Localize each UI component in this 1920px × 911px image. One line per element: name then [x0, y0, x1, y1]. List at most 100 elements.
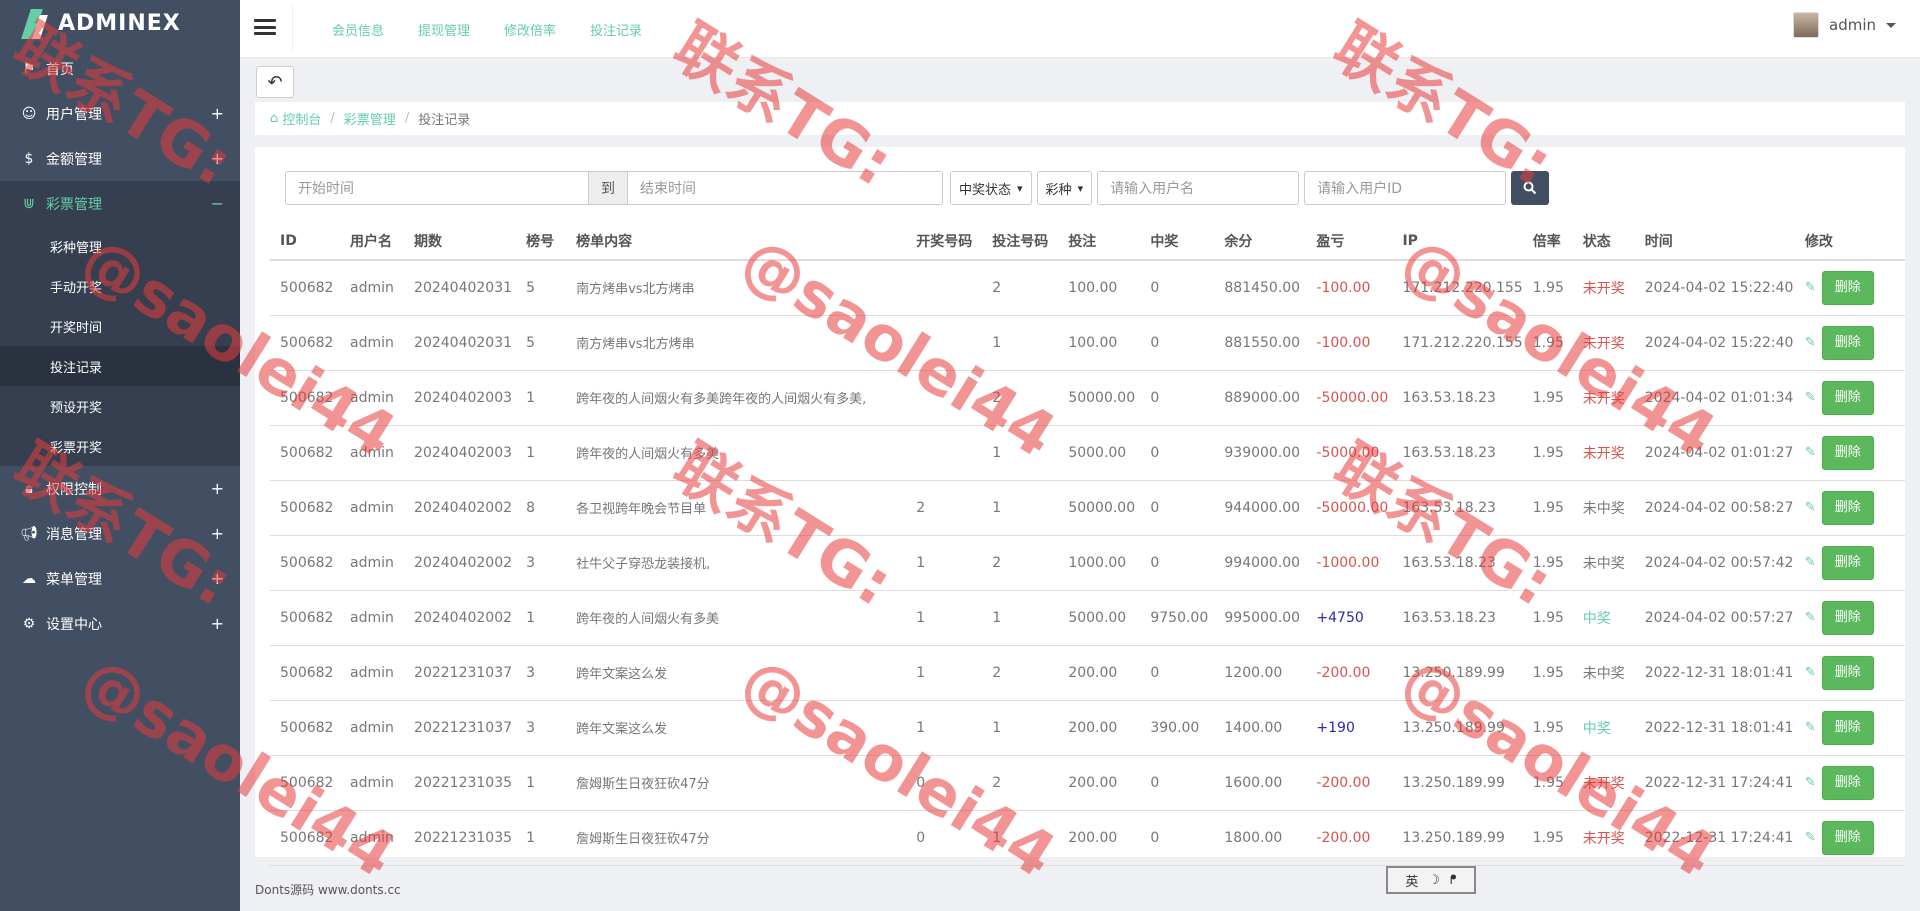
delete-button[interactable]: 删除 [1821, 380, 1874, 415]
cell-time: 2024-04-02 15:22:40 [1634, 315, 1795, 371]
delete-button[interactable]: 删除 [1821, 545, 1874, 580]
username: admin [1829, 16, 1876, 34]
delete-button[interactable]: 删除 [1821, 820, 1874, 855]
cell-bet-number: 2 [982, 535, 1059, 591]
nav-bet-records[interactable]: 投注记录 [590, 20, 642, 39]
delete-button[interactable]: 删除 [1821, 270, 1874, 305]
cell-balance: 944000.00 [1214, 480, 1307, 536]
edit-icon[interactable]: ✎ [1805, 610, 1816, 625]
cell-win: 390.00 [1140, 700, 1215, 756]
delete-button[interactable]: 删除 [1821, 435, 1874, 470]
sidebar-item-home[interactable]: ⚑ 首页 [0, 46, 240, 91]
edit-icon[interactable]: ✎ [1805, 390, 1816, 405]
cell-time: 2024-04-02 15:22:40 [1634, 260, 1795, 316]
sidebar-item-settings[interactable]: ⚙ 设置中心 + [0, 601, 240, 646]
cell-status: 未中奖 [1572, 645, 1635, 701]
sidebar-item-permissions[interactable]: 🔒︎ 权限控制 + [0, 466, 240, 511]
sidebar-item-users[interactable]: ☺ 用户管理 + [0, 91, 240, 136]
breadcrumb-home[interactable]: 控制台 [282, 109, 321, 128]
punctuation-icon: ᖰ [1449, 872, 1457, 888]
nav-modify-rate[interactable]: 修改倍率 [504, 20, 556, 39]
cell-content: 跨年文案这么发 [566, 645, 907, 701]
cell-time: 2022-12-31 17:24:41 [1634, 810, 1795, 866]
cell-bet-number: 2 [982, 645, 1059, 701]
cell-period: 20221231035 [404, 755, 517, 811]
cell-status: 中奖 [1572, 700, 1635, 756]
cell-edit: ✎ 删除 [1794, 535, 1905, 591]
sidebar-item-money[interactable]: $ 金额管理 + [0, 136, 240, 181]
end-time-input[interactable]: 结束时间 [627, 171, 943, 205]
lottery-type-select[interactable]: 彩种 ▾ [1036, 171, 1093, 205]
submenu-item-manual-draw[interactable]: 手动开奖 [0, 266, 240, 306]
cell-balance: 995000.00 [1214, 590, 1307, 646]
cell-rate: 1.95 [1522, 535, 1573, 591]
cell-draw-number: 1 [906, 645, 983, 701]
cell-draw-number: 1 [906, 590, 983, 646]
nav-member-info[interactable]: 会员信息 [332, 20, 384, 39]
sidebar-item-lottery[interactable]: ⋓ 彩票管理 − [0, 181, 240, 226]
cell-time: 2024-04-02 01:01:27 [1634, 425, 1795, 481]
edit-icon[interactable]: ✎ [1805, 445, 1816, 460]
submenu-item-draw-time[interactable]: 开奖时间 [0, 306, 240, 346]
edit-icon[interactable]: ✎ [1805, 665, 1816, 680]
submenu-item-lottery-types[interactable]: 彩种管理 [0, 226, 240, 266]
delete-button[interactable]: 删除 [1821, 325, 1874, 360]
cell-profit: -50000.00 [1306, 480, 1393, 536]
cell-balance: 1600.00 [1214, 755, 1307, 811]
cell-time: 2024-04-02 00:57:27 [1634, 590, 1795, 646]
user-menu[interactable]: admin [1793, 12, 1896, 38]
delete-button[interactable]: 删除 [1821, 710, 1874, 745]
delete-button[interactable]: 删除 [1821, 600, 1874, 635]
cell-id: 500682 [270, 810, 341, 866]
column-header-balance: 余分 [1214, 222, 1307, 261]
sidebar-item-messages[interactable]: 📢︎ 消息管理 + [0, 511, 240, 556]
cell-board: 1 [516, 810, 567, 866]
cell-username: admin [340, 645, 405, 701]
search-button[interactable] [1511, 171, 1550, 205]
cell-content: 跨年夜的人间烟火有多美 [566, 425, 907, 481]
delete-button[interactable]: 删除 [1821, 765, 1874, 800]
edit-icon[interactable]: ✎ [1805, 335, 1816, 350]
edit-icon[interactable]: ✎ [1805, 830, 1816, 845]
cell-rate: 1.95 [1522, 810, 1573, 866]
footer-text: Donts源码 www.donts.cc [255, 883, 401, 897]
column-header-content: 榜单内容 [566, 222, 907, 261]
cell-profit: -50000.00 [1306, 370, 1393, 426]
submenu-item-bet-records[interactable]: 投注记录 [0, 346, 240, 386]
cell-period: 20221231037 [404, 645, 517, 701]
table-row: 500682 admin 20240402003 1 跨年夜的人间烟火有多美跨年夜的人间… [270, 370, 1905, 426]
column-header-board: 榜号 [516, 222, 567, 261]
edit-icon[interactable]: ✎ [1805, 775, 1816, 790]
sidebar-menu: ⚑ 首页 ☺ 用户管理 + $ 金额管理 + ⋓ 彩票管理 − 彩种管理 手动开… [0, 46, 240, 646]
back-button[interactable]: ↶ [256, 66, 294, 98]
column-header-status: 状态 [1572, 222, 1635, 261]
delete-button[interactable]: 删除 [1821, 490, 1874, 525]
cell-ip: 13.250.189.99 [1392, 645, 1523, 701]
edit-icon[interactable]: ✎ [1805, 500, 1816, 515]
cell-content: 社牛父子穿恐龙装接机, [566, 535, 907, 591]
start-time-input[interactable]: 开始时间 [285, 171, 589, 205]
ime-indicator[interactable]: 英 ☽ ᖰ [1386, 866, 1476, 894]
nav-withdraw-management[interactable]: 提现管理 [418, 20, 470, 39]
cell-edit: ✎ 删除 [1794, 315, 1905, 371]
date-range-to: 到 [589, 171, 627, 205]
menu-toggle-icon[interactable] [254, 16, 276, 38]
cell-bet: 100.00 [1058, 260, 1141, 316]
cell-period: 20240402031 [404, 260, 517, 316]
cell-status: 未开奖 [1572, 425, 1635, 481]
submenu-item-preset-draw[interactable]: 预设开奖 [0, 386, 240, 426]
cell-status: 未开奖 [1572, 755, 1635, 811]
edit-icon[interactable]: ✎ [1805, 720, 1816, 735]
userid-input[interactable]: 请输入用户ID [1304, 171, 1507, 205]
submenu-item-lottery-draw[interactable]: 彩票开奖 [0, 426, 240, 466]
cell-board: 8 [516, 480, 567, 536]
username-input[interactable]: 请输入用户名 [1097, 171, 1300, 205]
edit-icon[interactable]: ✎ [1805, 280, 1816, 295]
edit-icon[interactable]: ✎ [1805, 555, 1816, 570]
cell-ip: 163.53.18.23 [1392, 535, 1523, 591]
win-status-select[interactable]: 中奖状态 ▾ [950, 171, 1032, 205]
breadcrumb-parent[interactable]: 彩票管理 [344, 109, 396, 128]
logo[interactable]: ADMINEX [0, 0, 240, 46]
sidebar-item-menus[interactable]: ☁ 菜单管理 + [0, 556, 240, 601]
delete-button[interactable]: 删除 [1821, 655, 1874, 690]
